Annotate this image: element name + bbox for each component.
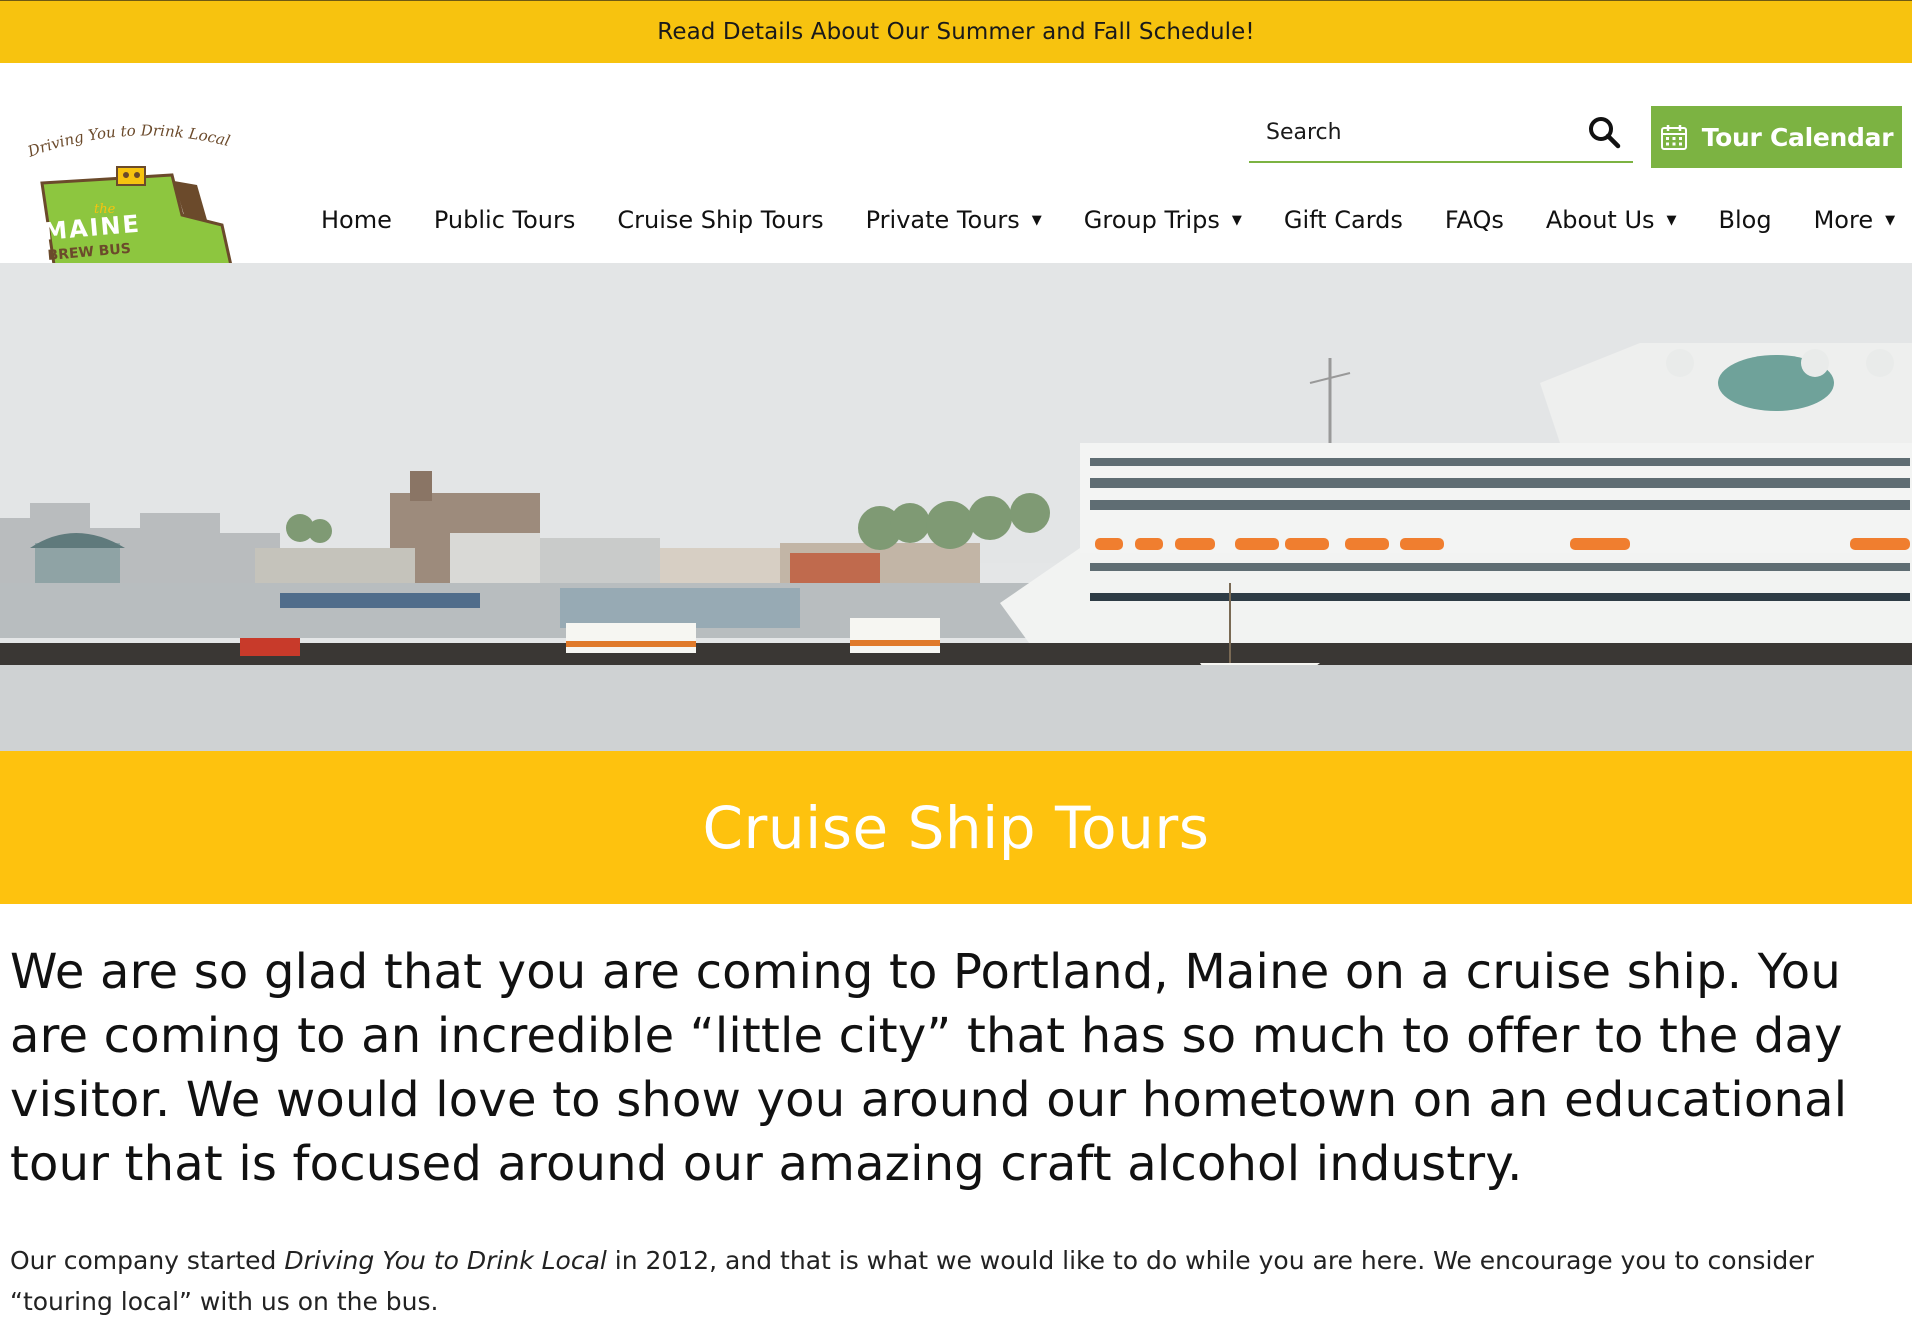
nav-item-label: FAQs — [1444, 206, 1504, 234]
nav-item-home[interactable]: Home — [300, 206, 413, 234]
nav-item-more[interactable]: More ▼ — [1793, 206, 1912, 234]
nav-item-about-us[interactable]: About Us ▼ — [1525, 206, 1698, 234]
nav-item-cruise-ship-tours[interactable]: Cruise Ship Tours — [596, 206, 844, 234]
search-icon — [1589, 117, 1621, 149]
caret-down-icon: ▼ — [1666, 212, 1677, 228]
nav-item-label: Group Trips — [1083, 206, 1220, 234]
caret-down-icon: ▼ — [1031, 212, 1042, 228]
nav-item-label: Home — [321, 206, 392, 234]
search-button[interactable] — [1575, 103, 1633, 161]
announcement-bar: Read Details About Our Summer and Fall S… — [0, 0, 1912, 63]
intro-lead-paragraph: We are so glad that you are coming to Po… — [10, 944, 1848, 1192]
svg-text:Driving You to Drink Local: Driving You to Drink Local — [24, 121, 232, 161]
nav-item-label: Public Tours — [433, 206, 576, 234]
nav-item-blog[interactable]: Blog — [1698, 206, 1793, 234]
nav-item-group-trips[interactable]: Group Trips ▼ — [1063, 206, 1263, 234]
nav-item-label: Gift Cards — [1283, 206, 1403, 234]
nav-item-label: About Us — [1545, 206, 1655, 234]
search-bar — [1249, 103, 1633, 163]
search-input[interactable] — [1249, 103, 1575, 161]
nav-item-faqs[interactable]: FAQs — [1424, 206, 1525, 234]
tour-calendar-button[interactable]: Tour Calendar — [1651, 106, 1902, 168]
logo-tagline: Driving You to Drink Local — [24, 121, 232, 161]
site-header: Driving You to Drink Local the MAINE BRE… — [0, 63, 1912, 299]
tour-calendar-label: Tour Calendar — [1701, 122, 1894, 152]
nav-item-label: More — [1813, 206, 1874, 234]
caret-down-icon: ▼ — [1885, 212, 1896, 228]
nav-item-private-tours[interactable]: Private Tours ▼ — [845, 206, 1063, 234]
announcement-link[interactable]: Read Details About Our Summer and Fall S… — [657, 19, 1254, 45]
main-nav: Home Public Tours Cruise Ship Tours Priv… — [300, 195, 1912, 245]
calendar-icon — [1660, 125, 1687, 150]
hero-image — [0, 263, 1912, 751]
page-title-band: Cruise Ship Tours — [0, 751, 1912, 904]
nav-item-label: Blog — [1718, 206, 1772, 234]
caret-down-icon: ▼ — [1231, 212, 1242, 228]
harbor-cruise-ship-image — [0, 263, 1912, 751]
body-text-start: Our company started — [10, 1246, 285, 1275]
nav-item-label: Cruise Ship Tours — [617, 206, 824, 234]
nav-item-gift-cards[interactable]: Gift Cards — [1263, 206, 1424, 234]
body-text-emphasis: Driving You to Drink Local — [284, 1246, 607, 1275]
body-paragraph: Our company started Driving You to Drink… — [10, 1240, 1870, 1322]
nav-item-public-tours[interactable]: Public Tours — [413, 206, 597, 234]
nav-item-label: Private Tours — [865, 206, 1020, 234]
page-title: Cruise Ship Tours — [702, 793, 1210, 862]
